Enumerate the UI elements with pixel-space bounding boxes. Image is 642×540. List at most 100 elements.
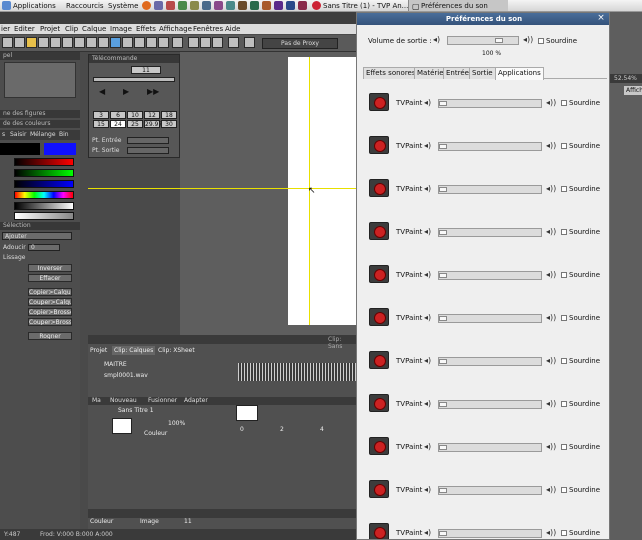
adoucir-input[interactable]: 0 — [28, 244, 60, 251]
zoom-level[interactable]: 52.54% — [610, 74, 642, 83]
bottom-mode[interactable]: Couleur — [90, 517, 113, 526]
color-tab-grab[interactable]: Saisir — [10, 131, 26, 138]
layer-header[interactable]: Ma — [92, 397, 101, 404]
track-audio[interactable]: smpl0001.wav — [104, 371, 148, 380]
launcher-icon[interactable] — [226, 1, 235, 10]
fps-button[interactable]: 25 — [127, 120, 143, 128]
menu-clip[interactable]: Clip — [65, 25, 78, 33]
application-volume-slider[interactable] — [438, 486, 542, 495]
slider-handle[interactable] — [439, 488, 447, 493]
slider-handle[interactable] — [495, 38, 503, 43]
application-volume-slider[interactable] — [438, 529, 542, 538]
layer-blend-mode[interactable]: Couleur — [144, 429, 167, 438]
color-swatch-b[interactable] — [44, 143, 76, 155]
menu-effects[interactable]: Effets — [136, 25, 156, 33]
open-icon[interactable] — [26, 37, 37, 48]
hue-bar[interactable] — [14, 191, 74, 199]
launcher-icon[interactable] — [274, 1, 283, 10]
taskbar-sound-prefs[interactable]: Préférences du son — [421, 2, 488, 10]
layer-name[interactable]: Sans Titre 1 — [118, 406, 154, 415]
launcher-icon[interactable] — [202, 1, 211, 10]
tool-icon[interactable] — [2, 37, 13, 48]
tab-clip-layers[interactable]: Clip: Calques — [112, 346, 156, 355]
play-icon[interactable]: ▶ — [123, 87, 129, 96]
tool-icon[interactable] — [122, 37, 133, 48]
color-swatch-a[interactable] — [0, 143, 40, 155]
tool-icon[interactable] — [134, 37, 145, 48]
slider-handle[interactable] — [439, 101, 447, 106]
fps-button[interactable]: 15 — [93, 120, 109, 128]
tool-icon[interactable] — [212, 37, 223, 48]
launcher-icon[interactable] — [154, 1, 163, 10]
mode-select[interactable]: Ajouter — [2, 232, 72, 240]
application-mute-checkbox[interactable] — [561, 358, 567, 364]
tab-sound-effects[interactable]: Effets sonores — [363, 67, 419, 79]
cut-brush-button[interactable]: Couper>Brosse — [28, 318, 72, 326]
tool-icon[interactable] — [98, 37, 109, 48]
fps-button[interactable]: 29.97 — [144, 120, 162, 128]
tab-input[interactable]: Entrée — [443, 67, 472, 79]
green-bar[interactable] — [14, 169, 74, 177]
red-bar[interactable] — [14, 158, 74, 166]
taskbar-tvpaint[interactable]: Sans Titre (1) - TVP An... — [323, 2, 408, 10]
application-mute-checkbox[interactable] — [561, 143, 567, 149]
output-mute-checkbox[interactable] — [538, 38, 544, 44]
crop-button[interactable]: Rogner — [28, 332, 72, 340]
slider-handle[interactable] — [439, 273, 447, 278]
color-tab-mix[interactable]: Mélange — [30, 131, 56, 138]
color-tab-bin[interactable]: Bin — [59, 131, 69, 138]
tool-icon[interactable] — [172, 37, 183, 48]
application-mute-checkbox[interactable] — [561, 315, 567, 321]
application-volume-slider[interactable] — [438, 142, 542, 151]
frame-slider[interactable] — [93, 77, 175, 82]
menu-layer[interactable]: Calque — [82, 25, 106, 33]
fps-button-active[interactable]: 24 — [110, 120, 126, 128]
application-mute-checkbox[interactable] — [561, 487, 567, 493]
application-mute-checkbox[interactable] — [561, 229, 567, 235]
menu-project[interactable]: Projet — [40, 25, 60, 33]
application-volume-slider[interactable] — [438, 357, 542, 366]
copy-brush-button[interactable]: Copier>Brosse — [28, 308, 72, 316]
value-bar[interactable] — [14, 202, 74, 210]
launcher-icon[interactable] — [238, 1, 247, 10]
launcher-icon[interactable] — [250, 1, 259, 10]
slider-handle[interactable] — [439, 316, 447, 321]
application-volume-slider[interactable] — [438, 400, 542, 409]
tool-icon[interactable] — [228, 37, 239, 48]
application-volume-slider[interactable] — [438, 99, 542, 108]
gnome-foot-icon[interactable] — [2, 1, 11, 10]
close-icon[interactable]: × — [596, 14, 606, 24]
application-mute-checkbox[interactable] — [561, 186, 567, 192]
firefox-icon[interactable] — [142, 1, 151, 10]
slider-handle[interactable] — [439, 359, 447, 364]
fps-button[interactable]: 10 — [127, 111, 143, 119]
new-layer-button[interactable]: Nouveau — [110, 397, 137, 404]
menu-image[interactable]: Image — [110, 25, 132, 33]
clear-button[interactable]: Effacer — [28, 274, 72, 282]
tool-grid[interactable] — [4, 62, 76, 98]
drawing-canvas[interactable] — [288, 57, 356, 325]
track-master[interactable]: MAITRE — [104, 360, 127, 369]
tool-icon[interactable] — [244, 37, 255, 48]
application-mute-checkbox[interactable] — [561, 100, 567, 106]
slider-handle[interactable] — [439, 445, 447, 450]
tab-project[interactable]: Projet — [90, 346, 107, 355]
slider-handle[interactable] — [439, 187, 447, 192]
menu-system[interactable]: Système — [108, 2, 138, 10]
application-volume-slider[interactable] — [438, 271, 542, 280]
slider-handle[interactable] — [439, 531, 447, 536]
launcher-icon[interactable] — [298, 1, 307, 10]
fit-button[interactable]: Adapter — [184, 397, 208, 404]
output-volume-slider[interactable] — [447, 36, 519, 45]
slider-handle[interactable] — [439, 230, 447, 235]
menu-applications[interactable]: Applications — [13, 2, 56, 10]
cut-layer-button[interactable]: Couper>Calque — [28, 298, 72, 306]
application-volume-slider[interactable] — [438, 314, 542, 323]
tool-icon[interactable] — [188, 37, 199, 48]
tool-icon[interactable] — [50, 37, 61, 48]
application-mute-checkbox[interactable] — [561, 444, 567, 450]
tab-applications[interactable]: Applications — [495, 67, 544, 80]
fps-button[interactable]: 30 — [161, 120, 177, 128]
application-volume-slider[interactable] — [438, 228, 542, 237]
application-mute-checkbox[interactable] — [561, 530, 567, 536]
